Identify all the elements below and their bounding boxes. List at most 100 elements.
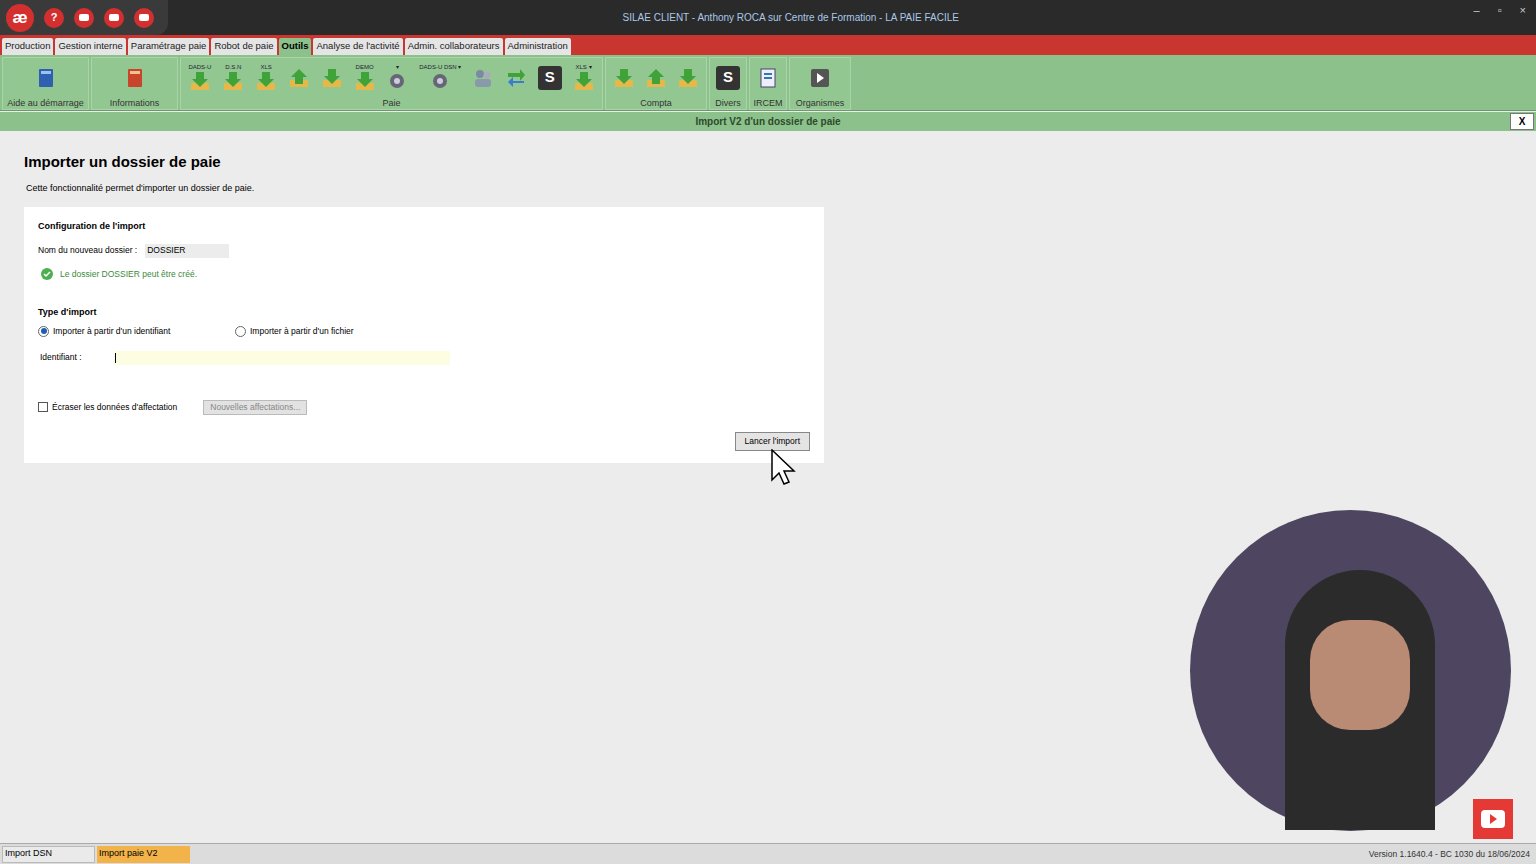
ribbon-button[interactable]	[321, 67, 343, 89]
window-controls: – ▫ ×	[1474, 0, 1536, 19]
import-form: Configuration de l'import Nom du nouveau …	[24, 207, 824, 463]
ribbon-button[interactable]: DEMO	[354, 64, 376, 92]
menu-tab[interactable]: Paramétrage paie	[128, 38, 210, 55]
gear-icon	[386, 70, 408, 92]
type-title: Type d'import	[38, 306, 810, 320]
ribbon-group: IRCEM	[749, 57, 787, 110]
ribbon-button[interactable]	[288, 67, 310, 89]
help-icon[interactable]: ?	[44, 8, 64, 28]
ribbon-button[interactable]: D.S.N	[222, 64, 244, 92]
ribbon-group-label: Compta	[606, 97, 706, 109]
radio-icon[interactable]	[38, 326, 49, 337]
ribbon-button[interactable]	[809, 67, 831, 89]
arrow-down-icon	[222, 70, 244, 92]
arrow-down-icon	[677, 67, 699, 89]
window-control[interactable]: –	[1474, 2, 1480, 19]
gear-icon	[429, 70, 451, 92]
arrow-down-icon	[613, 67, 635, 89]
arrow-down-icon	[354, 70, 376, 92]
arrow-down-icon	[321, 67, 343, 89]
ribbon-button[interactable]	[472, 67, 494, 89]
menu-tabs: ProductionGestion interneParamétrage pai…	[0, 35, 1536, 55]
s-logo-icon[interactable]: S	[716, 66, 740, 90]
version: Version 1.1640.4 - BC 1030 du 18/06/2024	[1369, 848, 1536, 861]
arrow-down-icon	[189, 70, 211, 92]
quick-access: æ?	[0, 0, 168, 35]
ribbon-group: Informations	[91, 57, 178, 110]
menu-tab[interactable]: Analyse de l'activité	[313, 38, 402, 55]
window-title: SILAE CLIENT - Anthony ROCA sur Centre d…	[168, 10, 1474, 25]
arrow-down-icon	[255, 70, 277, 92]
ribbon-button[interactable]	[35, 67, 57, 89]
ribbon-button[interactable]: XLS	[255, 64, 277, 92]
ribbon-button[interactable]	[505, 67, 527, 89]
check-icon	[41, 268, 53, 280]
ribbon-group: DADS-UD.S.NXLSDEMO▾DADS-U DSN ▾SXLS ▾Pai…	[180, 57, 603, 110]
menu-tab[interactable]: Administration	[505, 38, 571, 55]
ribbon-group-label: Informations	[92, 97, 177, 109]
page-heading: Importer un dossier de paie	[24, 151, 1536, 174]
menu-tab[interactable]: Outils	[279, 38, 312, 55]
validation-message: Le dossier DOSSIER peut être créé.	[60, 268, 197, 281]
title-bar: æ?SILAE CLIENT - Anthony ROCA sur Centre…	[0, 0, 1536, 35]
window-control[interactable]: ×	[1520, 2, 1526, 19]
radio-option[interactable]: Importer à partir d'un identifiant	[38, 325, 235, 338]
ribbon-group: Aide au démarrage	[2, 57, 89, 110]
name-label: Nom du nouveau dossier :	[38, 244, 137, 257]
ribbon-caption: DEMO	[356, 64, 374, 70]
status-tab[interactable]: Import paie V2	[97, 846, 190, 863]
window-control[interactable]: ▫	[1498, 2, 1502, 19]
s-logo-icon[interactable]: S	[538, 66, 562, 90]
overwrite-checkbox[interactable]: Écraser les données d'affectation	[38, 401, 177, 414]
cursor-icon	[771, 449, 797, 485]
ribbon-group: Compta	[605, 57, 707, 110]
ribbon-button[interactable]	[677, 67, 699, 89]
ribbon-group-label: Divers	[710, 97, 746, 109]
ribbon-group-label: Organismes	[790, 97, 850, 109]
ribbon-caption: DADS-U DSN ▾	[419, 64, 461, 70]
subscribe-icon	[1473, 799, 1513, 839]
chat-icon[interactable]	[74, 8, 94, 28]
status-tab[interactable]: Import DSN	[2, 846, 95, 863]
ribbon-button[interactable]: DADS-U DSN ▾	[419, 64, 461, 92]
affectations-button[interactable]: Nouvelles affectations...	[203, 400, 307, 415]
arrow-up-icon	[645, 67, 667, 89]
user-icon[interactable]	[134, 8, 154, 28]
ribbon-button[interactable]	[613, 67, 635, 89]
status-bar: Import DSNImport paie V2 Version 1.1640.4…	[0, 843, 1536, 864]
name-input[interactable]: DOSSIER	[145, 244, 229, 258]
menu-tab[interactable]: Robot de paie	[211, 38, 276, 55]
ribbon-button[interactable]: DADS-U	[188, 64, 211, 92]
launch-import-button[interactable]: Lancer l'import	[735, 432, 810, 451]
menu-tab[interactable]: Gestion interne	[55, 38, 125, 55]
radio-icon[interactable]	[235, 326, 246, 337]
logo-icon[interactable]: æ	[6, 4, 34, 32]
ribbon-button[interactable]	[124, 67, 146, 89]
close-button[interactable]: X	[1510, 113, 1534, 130]
ribbon-caption: DADS-U	[188, 64, 211, 70]
ribbon-button[interactable]: ▾	[386, 64, 408, 92]
mail-icon[interactable]	[104, 8, 124, 28]
swap-icon	[505, 67, 527, 89]
id-input[interactable]	[114, 351, 450, 365]
panel-header: Import V2 d'un dossier de paieX	[0, 112, 1536, 131]
book-blue-icon	[35, 67, 57, 89]
ribbon-caption: XLS	[260, 64, 271, 70]
ribbon-group: S Divers	[709, 57, 747, 110]
menu-tab[interactable]: Admin. collaborateurs	[405, 38, 503, 55]
ribbon-group-label: IRCEM	[750, 97, 786, 109]
section-title: Configuration de l'import	[38, 220, 810, 234]
doc-icon	[757, 67, 779, 89]
ribbon-button[interactable]	[645, 67, 667, 89]
menu-tab[interactable]: Production	[2, 38, 53, 55]
checkbox-icon[interactable]	[38, 402, 48, 412]
ribbon-caption: D.S.N	[225, 64, 241, 70]
next-icon	[809, 67, 831, 89]
people-icon	[472, 67, 494, 89]
ribbon: Aide au démarrageInformations DADS-U D.S.N…	[0, 55, 1536, 111]
book-red-icon	[124, 67, 146, 89]
radio-option[interactable]: Importer à partir d'un fichier	[235, 325, 354, 338]
ribbon-button[interactable]: XLS ▾	[573, 64, 595, 92]
app-window: æ?SILAE CLIENT - Anthony ROCA sur Centre…	[0, 0, 1536, 864]
ribbon-button[interactable]	[757, 67, 779, 89]
